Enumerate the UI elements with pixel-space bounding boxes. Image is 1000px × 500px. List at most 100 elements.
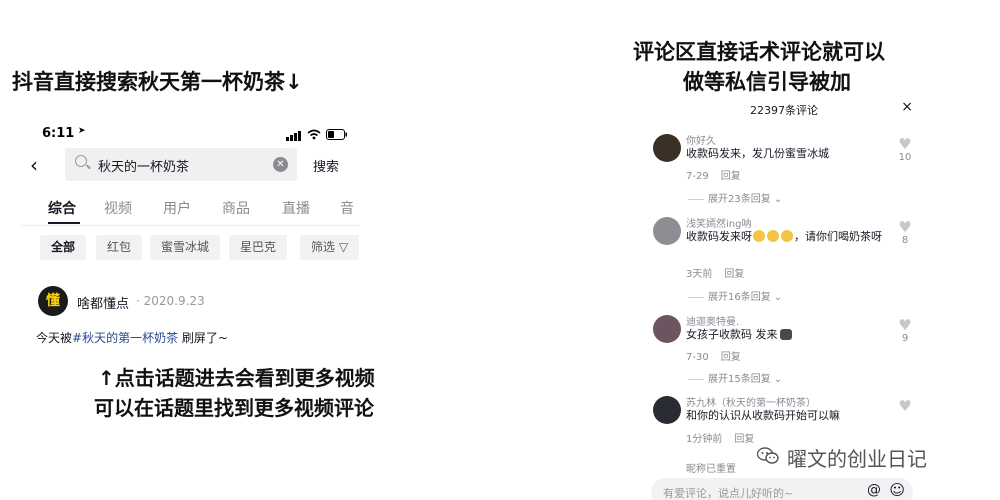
- tab-user[interactable]: 用户: [163, 198, 191, 218]
- comment-text-part: 收款码发来呀: [686, 230, 752, 243]
- filter-chips: 全部 红包 蜜雪冰城 星巴克 筛选 ▽: [20, 232, 360, 264]
- avatar[interactable]: [653, 217, 681, 245]
- reply-button[interactable]: 回复: [734, 434, 754, 445]
- avatar[interactable]: [653, 396, 681, 424]
- comment-time: 7-29: [686, 171, 709, 182]
- emoji-icon: [781, 230, 793, 242]
- heart-icon: ♥: [898, 218, 912, 236]
- like-button[interactable]: ♥ 9: [895, 316, 915, 345]
- like-count: 10: [898, 152, 912, 163]
- comment-author[interactable]: 你好久: [686, 132, 716, 147]
- like-button[interactable]: ♥ 8: [895, 218, 915, 247]
- wechat-icon: [757, 447, 779, 464]
- active-tab-indicator: [48, 222, 80, 224]
- tab-live[interactable]: 直播: [282, 198, 310, 218]
- like-button[interactable]: ♥ 10: [895, 135, 915, 164]
- comment-meta: 3天前 回复: [686, 265, 744, 280]
- signal-icon: [286, 131, 301, 141]
- emoji-icon: [753, 230, 765, 242]
- cat-emoji-icon: [779, 329, 792, 340]
- search-icon: [75, 155, 87, 167]
- post-date: · 2020.9.23: [136, 294, 205, 308]
- battery-icon: [326, 129, 347, 140]
- post-text: 今天被#秋天的第一杯奶茶 刷屏了~: [36, 329, 228, 346]
- comment-meta: 7-29 回复: [686, 167, 741, 182]
- close-icon[interactable]: ×: [901, 99, 913, 115]
- expand-replies[interactable]: 展开23条回复 ⌄: [688, 190, 782, 205]
- comment-meta: 1分钟前 回复: [686, 430, 754, 445]
- comment-author[interactable]: 昵称已重置: [686, 460, 736, 475]
- chip-all[interactable]: 全部: [40, 235, 87, 260]
- tab-comprehensive[interactable]: 综合: [48, 198, 76, 218]
- search-row: ‹ 秋天的一杯奶茶 ✕ 搜索: [20, 148, 360, 182]
- expand-replies[interactable]: 展开16条回复 ⌄: [688, 288, 782, 303]
- comment-text: 收款码发来，发几份蜜雪冰城: [686, 147, 829, 160]
- at-icon[interactable]: @: [867, 482, 881, 498]
- annotation-line-1: ↑点击话题进去会看到更多视频: [98, 366, 375, 390]
- like-count: 8: [901, 235, 909, 246]
- heart-icon: ♥: [898, 397, 912, 415]
- search-input[interactable]: 秋天的一杯奶茶 ✕: [65, 148, 297, 181]
- comment-meta: 7-30 回复: [686, 348, 741, 363]
- comment-text-part: ，请你们喝奶茶呀: [794, 230, 882, 243]
- right-caption-line-1: 评论区直接话术评论就可以: [633, 40, 885, 64]
- emoji-icon[interactable]: ☺: [889, 481, 905, 499]
- watermark-text: 曜文的创业日记: [787, 447, 927, 471]
- emoji-icon: [767, 230, 779, 242]
- chip-filter[interactable]: 筛选 ▽: [300, 235, 360, 260]
- comment-author[interactable]: 迪迦奥特曼.: [686, 313, 739, 328]
- post-text-before: 今天被: [36, 331, 73, 345]
- post-text-after: 刷屏了~: [178, 331, 228, 345]
- chip-mixue[interactable]: 蜜雪冰城: [150, 235, 221, 260]
- like-count: 9: [901, 333, 909, 344]
- reply-button[interactable]: 回复: [721, 352, 741, 363]
- comments-panel: 22397条评论 × 你好久 收款码发来，发几份蜜雪冰城 7-29 回复 ♥ 10…: [643, 94, 925, 500]
- annotation-line-2: 可以在话题里找到更多视频评论: [94, 396, 374, 420]
- comment-time: 3天前: [686, 269, 713, 280]
- expand-label: 展开16条回复: [708, 292, 771, 303]
- back-arrow-icon[interactable]: ‹: [30, 153, 38, 177]
- left-caption: 抖音直接搜索秋天第一杯奶茶↓: [12, 70, 303, 94]
- tab-goods[interactable]: 商品: [222, 198, 250, 218]
- chevron-down-icon: ⌄: [773, 194, 783, 205]
- search-screen: 6:11 ➤ ‹ 秋天的一杯奶茶 ✕ 搜索 综合 视频 用户 商品 直播 音 全…: [20, 120, 365, 370]
- filter-icon: ▽: [338, 240, 349, 254]
- tab-video[interactable]: 视频: [104, 198, 132, 218]
- like-button[interactable]: ♥: [895, 399, 915, 414]
- avatar[interactable]: 懂: [38, 286, 68, 316]
- expand-label: 展开23条回复: [708, 194, 771, 205]
- comment-time: 7-30: [686, 352, 709, 363]
- filter-label: 筛选: [311, 240, 336, 254]
- comment-input[interactable]: 有爱评论，说点儿好听的~ @ ☺: [651, 478, 913, 500]
- post-username[interactable]: 啥都懂点: [77, 293, 129, 312]
- chevron-down-icon: ⌄: [773, 374, 783, 385]
- clear-icon[interactable]: ✕: [273, 157, 288, 172]
- right-caption-line-2: 做等私信引导被加: [683, 70, 851, 94]
- avatar[interactable]: [653, 134, 681, 162]
- comments-count: 22397条评论: [750, 104, 818, 117]
- tab-music[interactable]: 音: [340, 198, 354, 218]
- location-icon: ➤: [78, 126, 86, 136]
- heart-icon: ♥: [898, 316, 912, 334]
- comment-placeholder: 有爱评论，说点儿好听的~: [663, 487, 794, 500]
- comment-time: 1分钟前: [686, 434, 723, 445]
- expand-replies[interactable]: 展开15条回复 ⌄: [688, 370, 782, 385]
- comment-author[interactable]: 浅笑嫣然ing呐: [686, 215, 751, 230]
- comment-text: 女孩子收款码 发来: [686, 327, 886, 342]
- comment-author[interactable]: 苏九林（秋天的第一杯奶茶）: [686, 394, 816, 409]
- chevron-down-icon: ⌄: [773, 292, 783, 303]
- heart-icon: ♥: [898, 135, 912, 153]
- result-tabs: 综合 视频 用户 商品 直播 音: [20, 192, 360, 226]
- chip-red-packet[interactable]: 红包: [96, 235, 143, 260]
- status-bar: 6:11 ➤: [20, 120, 360, 146]
- wifi-icon: [307, 129, 321, 140]
- avatar[interactable]: [653, 315, 681, 343]
- chip-starbucks[interactable]: 星巴克: [229, 235, 288, 260]
- search-query: 秋天的一杯奶茶: [98, 160, 190, 175]
- comment-text-part: 女孩子收款码 发来: [686, 328, 778, 341]
- hashtag-link[interactable]: #秋天的第一杯奶茶: [72, 331, 178, 345]
- reply-button[interactable]: 回复: [724, 269, 744, 280]
- reply-button[interactable]: 回复: [721, 171, 741, 182]
- search-button[interactable]: 搜索: [313, 156, 339, 175]
- expand-label: 展开15条回复: [708, 374, 771, 385]
